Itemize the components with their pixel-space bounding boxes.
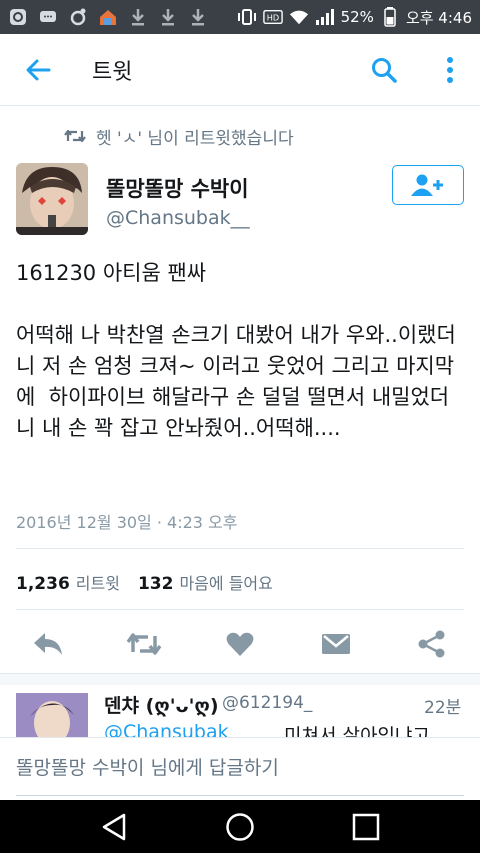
retweet-context-text: 헷 'ㅅ' 님이 리트윗했습니다 (96, 128, 294, 149)
status-bar: HD 52% 오후 4:46 (0, 0, 480, 34)
back-button[interactable] (18, 50, 58, 90)
reply-tweet[interactable]: 덴챠 (ღ'ᴗ'ღ) @612194_ 22분 @Chansubak__ 미쳐서… (0, 685, 480, 737)
like-count[interactable]: 132 (138, 574, 174, 594)
reply-input[interactable]: 똘망똘망 수박이 님에게 답글하기 (16, 738, 464, 796)
clock: 오후 4:46 (405, 8, 472, 27)
follow-button[interactable] (392, 165, 464, 205)
section-separator (0, 673, 480, 685)
reply-avatar-image (16, 693, 88, 737)
reply-composer: 똘망똘망 수박이 님에게 답글하기 (0, 737, 480, 800)
tweet-actions (0, 620, 480, 666)
avatar-image (16, 163, 88, 235)
home-badge-icon (98, 7, 118, 27)
message-icon (38, 7, 58, 27)
retweet-context[interactable]: 헷 'ㅅ' 님이 리트윗했습니다 (64, 124, 294, 149)
nav-home-icon (226, 813, 254, 841)
nav-back-icon (102, 813, 126, 841)
add-user-icon (411, 174, 443, 196)
author-name[interactable]: 똘망똘망 수박이 (106, 173, 249, 203)
nav-home-button[interactable] (222, 809, 258, 845)
retweet-icon (126, 633, 162, 655)
search-button[interactable] (366, 52, 402, 88)
vibrate-icon (237, 7, 257, 27)
page-title: 트윗 (92, 59, 133, 85)
nav-back-button[interactable] (96, 809, 132, 845)
system-status: HD 52% 오후 4:46 (237, 7, 472, 28)
reply-icon (34, 633, 62, 655)
signal-icon (315, 7, 335, 27)
like-button[interactable] (222, 626, 258, 662)
divider (16, 609, 464, 610)
retweet-count[interactable]: 1,236 (16, 574, 70, 594)
tweet-text: 161230 아티움 팬싸 어떡해 나 박찬열 손크기 대봤어 내가 우와..이… (16, 261, 456, 440)
download-icon (128, 7, 148, 27)
reply-time: 22분 (424, 698, 462, 718)
overflow-menu-button[interactable] (436, 52, 464, 88)
envelope-icon (322, 634, 350, 654)
app-bar: 트윗 (0, 34, 480, 106)
reply-button[interactable] (30, 626, 66, 662)
retweet-icon (64, 129, 86, 143)
search-icon (372, 58, 397, 83)
wifi-icon (289, 7, 309, 27)
reply-mention[interactable]: @Chansubak__ (104, 721, 248, 737)
divider (16, 548, 464, 549)
author-handle[interactable]: @Chansubak__ (106, 207, 250, 229)
more-vertical-icon (447, 57, 453, 83)
record-icon (68, 7, 88, 27)
notification-icons (8, 7, 208, 27)
like-count-label: 마음에 들어요 (179, 574, 273, 593)
download-icon (188, 7, 208, 27)
tweet-timestamp: 2016년 12월 30일 · 4:23 오후 (16, 513, 238, 532)
nav-recents-icon (352, 813, 380, 841)
heart-icon (226, 632, 254, 656)
share-icon (418, 630, 445, 658)
direct-message-button[interactable] (318, 626, 354, 662)
nav-recents-button[interactable] (348, 809, 384, 845)
download-icon (158, 7, 178, 27)
reply-text: 미쳐서 살아있냐고 (284, 725, 430, 737)
reply-author-handle[interactable]: @612194_ (222, 693, 312, 713)
system-nav-bar (0, 800, 480, 853)
retweet-count-label: 리트윗 (75, 574, 120, 593)
battery-icon (380, 7, 400, 27)
tweet-header: 똘망똘망 수박이 @Chansubak__ (16, 163, 464, 239)
avatar[interactable] (16, 163, 88, 235)
hd-icon: HD (262, 7, 283, 27)
retweet-button[interactable] (126, 626, 162, 662)
tweet-stats: 1,236 리트윗 132 마음에 들어요 (16, 570, 285, 594)
share-button[interactable] (414, 626, 450, 662)
battery-percent: 52% (340, 8, 374, 26)
reply-author-name[interactable]: 덴챠 (ღ'ᴗ'ღ) (104, 691, 219, 718)
app-icon (8, 7, 28, 27)
svg-text:HD: HD (266, 13, 278, 23)
back-arrow-icon (26, 59, 51, 80)
reply-avatar[interactable] (16, 693, 88, 737)
